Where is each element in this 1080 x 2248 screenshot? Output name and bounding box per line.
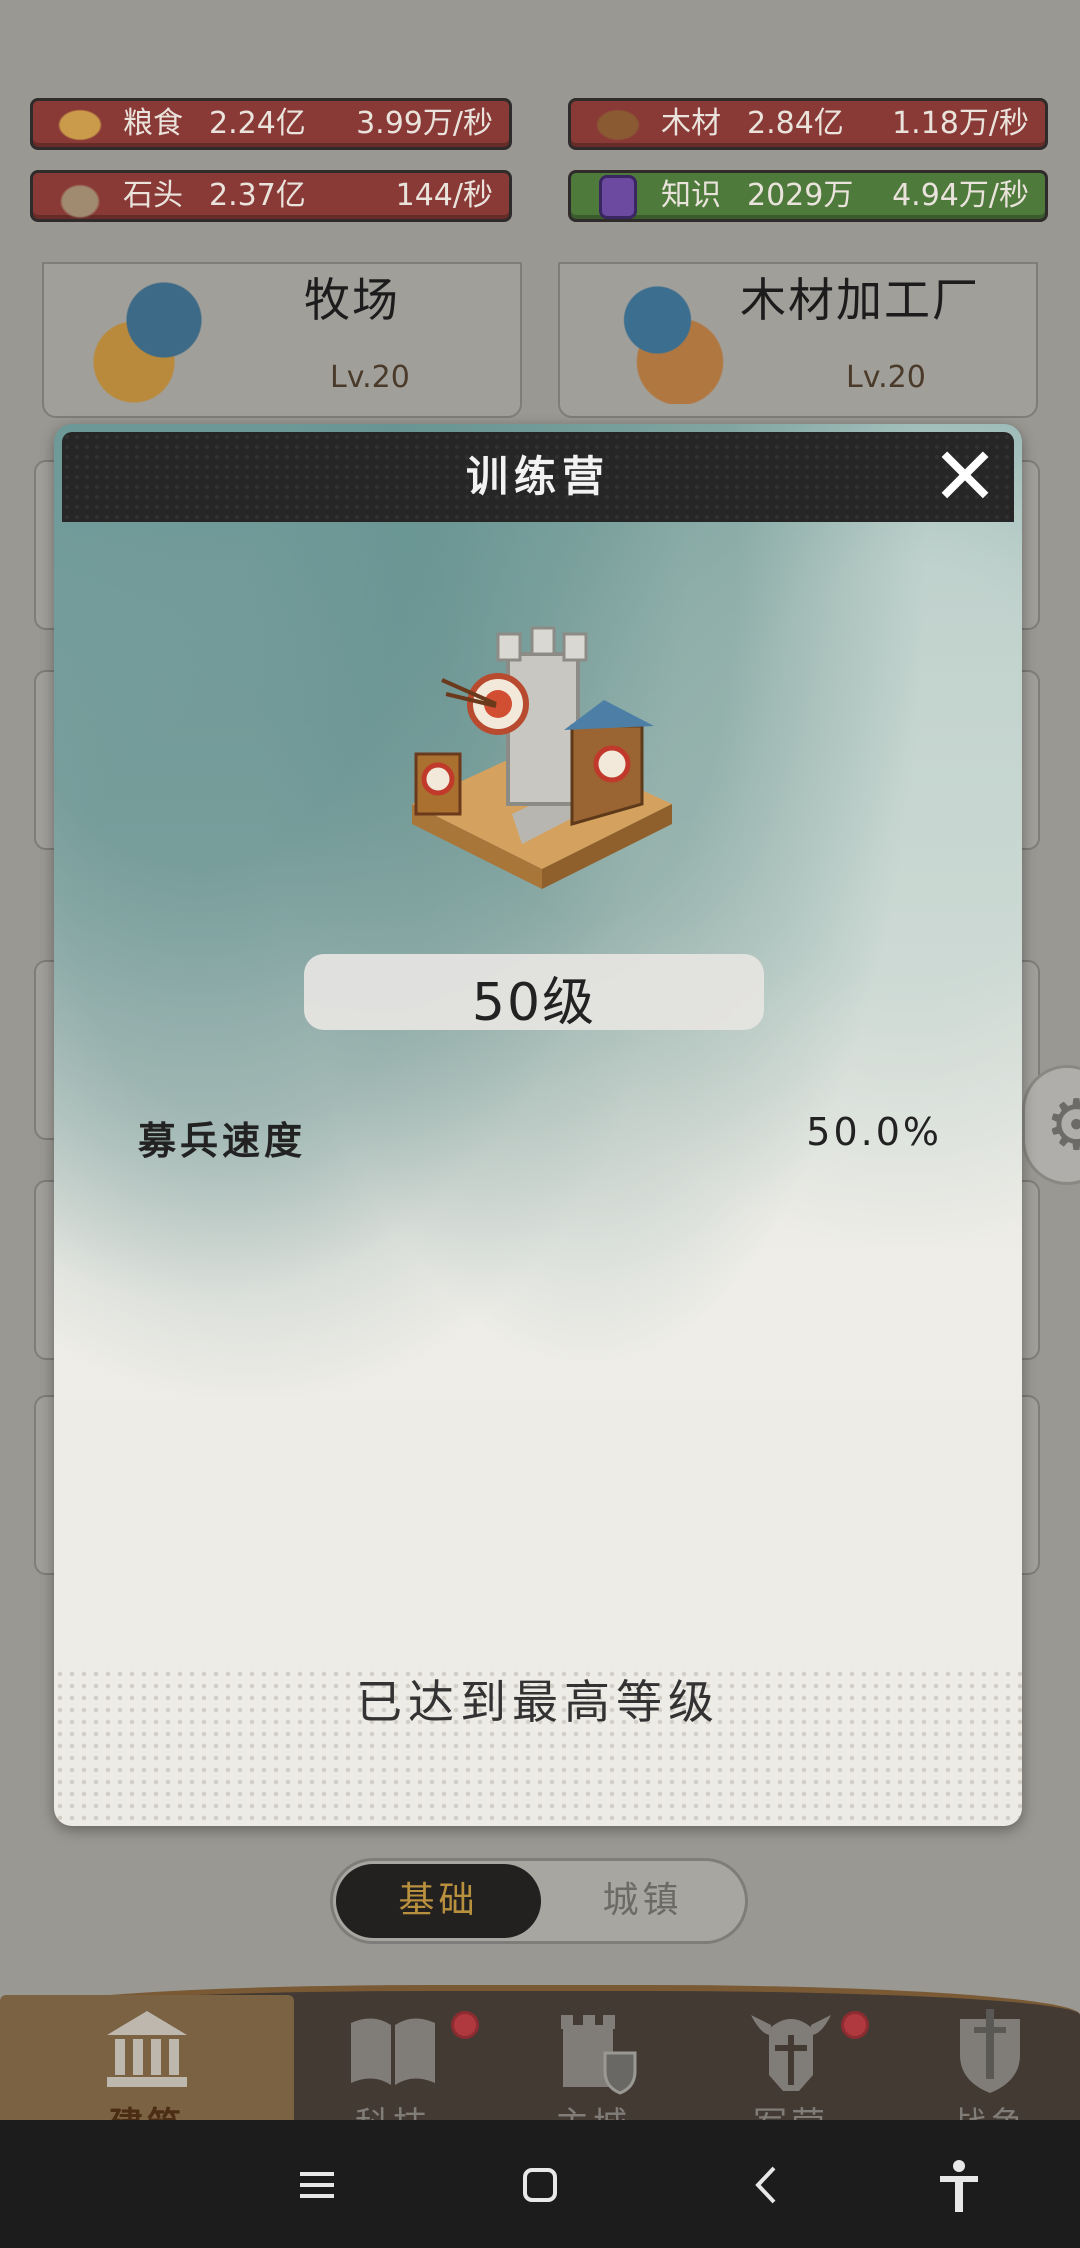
max-level-text: 已达到最高等级: [356, 1675, 720, 1729]
book-icon: [343, 2005, 443, 2095]
recent-apps-button[interactable]: [282, 2150, 352, 2220]
modal-title: 训练营: [465, 452, 610, 501]
building-detail-modal: 训练营 ✕ 50级 募兵速度 50.0% 已达到最高等级: [54, 424, 1022, 1826]
accessibility-button[interactable]: [924, 2150, 994, 2220]
notification-badge: [841, 2011, 869, 2039]
lumber-mill-image: [590, 264, 740, 404]
gear-icon: ⚙: [1045, 1084, 1080, 1166]
training-camp-image: [392, 614, 692, 914]
resource-pill-food: 粮食 2.24亿 3.99万/秒: [30, 98, 512, 150]
recruit-speed-value: 50.0%: [806, 1110, 942, 1154]
resource-name: 木材: [661, 106, 721, 141]
building-name: 牧场: [304, 273, 400, 327]
sword-shield-icon: [940, 2005, 1040, 2095]
home-button[interactable]: [505, 2150, 575, 2220]
wood-icon: [587, 103, 649, 147]
resource-amount: 2.37亿: [209, 178, 306, 213]
grain-icon: [49, 103, 111, 147]
close-icon[interactable]: ✕: [928, 437, 1002, 517]
resource-rate: 1.18万/秒: [892, 106, 1029, 141]
castle-icon: [543, 2005, 643, 2095]
resource-pill-stone: 石头 2.37亿 144/秒: [30, 170, 512, 222]
building-card-ranch[interactable]: 牧场 Lv.20: [42, 262, 522, 418]
resource-name: 粮食: [123, 106, 183, 141]
stone-icon: [49, 175, 111, 219]
system-nav-bar: [0, 2120, 1080, 2248]
building-level: Lv.20: [330, 360, 410, 395]
back-button[interactable]: [732, 2150, 802, 2220]
settings-button[interactable]: ⚙: [1022, 1065, 1080, 1185]
building-level: Lv.20: [846, 360, 926, 395]
recruit-speed-label: 募兵速度: [138, 1119, 307, 1163]
resource-rate: 4.94万/秒: [892, 178, 1029, 213]
resource-rate: 144/秒: [395, 178, 493, 213]
building-card-lumber-mill[interactable]: 木材加工厂 Lv.20: [558, 262, 1038, 418]
tab-town[interactable]: 城镇: [540, 1864, 745, 1938]
resource-name: 知识: [661, 178, 721, 213]
resource-amount: 2.84亿: [747, 106, 844, 141]
helmet-icon: [741, 2005, 841, 2095]
resource-pill-knowledge: 知识 2029万 4.94万/秒: [568, 170, 1048, 222]
resource-amount: 2.24亿: [209, 106, 306, 141]
ranch-image: [74, 264, 224, 404]
book-icon: [599, 175, 637, 219]
resource-pill-wood: 木材 2.84亿 1.18万/秒: [568, 98, 1048, 150]
category-switch: 基础 城镇: [330, 1858, 748, 1944]
resource-name: 石头: [123, 178, 183, 213]
building-name: 木材加工厂: [740, 273, 980, 327]
modal-header: 训练营 ✕: [62, 432, 1014, 522]
resource-amount: 2029万: [747, 178, 854, 213]
notification-badge: [451, 2011, 479, 2039]
building-level-text: 50级: [471, 973, 597, 1033]
building-icon: [97, 2005, 197, 2095]
tab-base[interactable]: 基础: [336, 1864, 541, 1938]
resource-rate: 3.99万/秒: [356, 106, 493, 141]
